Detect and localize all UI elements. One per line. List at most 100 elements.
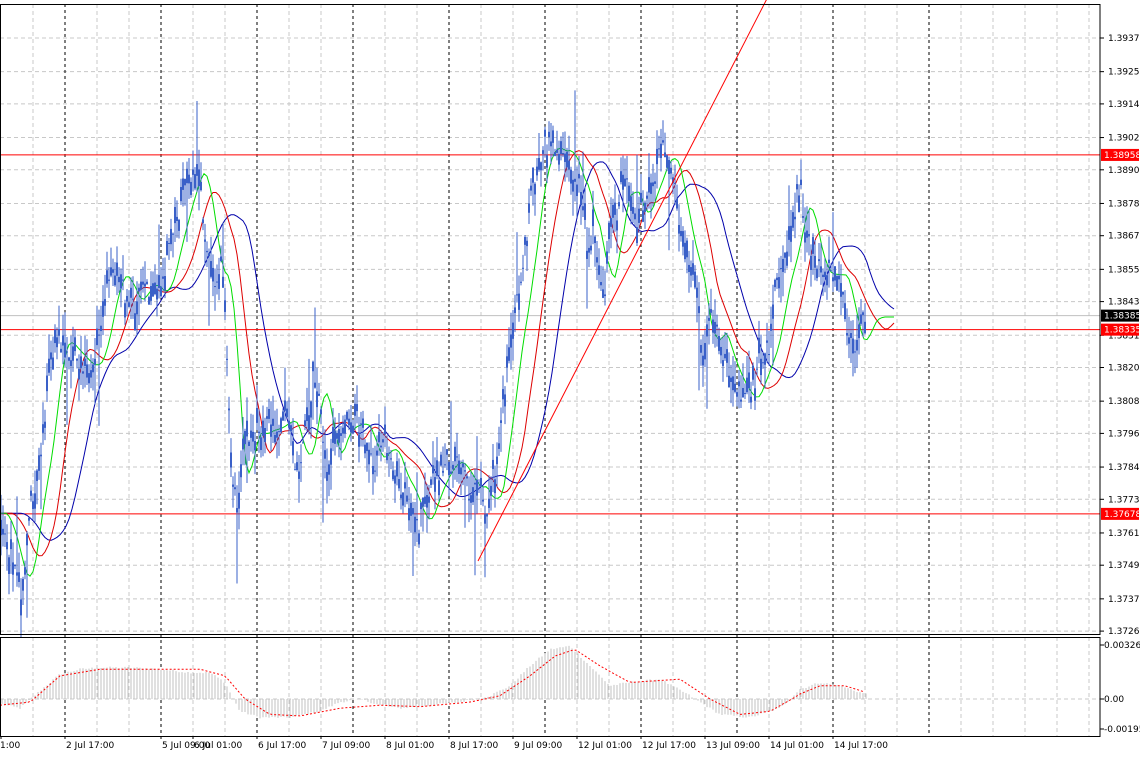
price-bar-body (506, 356, 508, 368)
price-bar-body (326, 471, 328, 481)
price-bar-body (156, 288, 158, 300)
price-bar-body (782, 258, 784, 272)
price-bar-body (852, 338, 854, 354)
price-bar-body (684, 242, 686, 260)
price-bar-body (826, 275, 828, 286)
trading-chart[interactable]: 1.39375 1.39255 1.39140 1.39020 1.38905 1.387… (0, 0, 1140, 758)
price-bar-body (80, 356, 82, 369)
price-bar-body (376, 450, 378, 456)
price-bar-body (610, 218, 612, 227)
price-bar-body (100, 325, 102, 332)
price-bar-body (438, 480, 440, 496)
price-bar-body (328, 464, 330, 475)
price-bar-body (766, 340, 768, 343)
price-bar-body (88, 373, 90, 384)
price-bar-body (38, 455, 40, 471)
price-bar-body (84, 358, 86, 366)
price-bar-body (472, 487, 474, 503)
price-bar-body (190, 181, 192, 195)
price-bar-body (592, 209, 594, 227)
price-bar-body (390, 458, 392, 460)
price-bar-body (56, 337, 58, 348)
price-bar-body (616, 220, 618, 231)
price-bar-body (702, 355, 704, 366)
price-bar-body (216, 281, 218, 283)
price-bar-body (22, 578, 24, 591)
price-bar-body (250, 430, 252, 438)
price-bar-body (456, 456, 458, 458)
price-bar-body (192, 169, 194, 175)
price-bar-body (168, 242, 170, 244)
price-bar-body (564, 153, 566, 162)
price-bar-body (348, 418, 350, 426)
price-bar-body (794, 216, 796, 220)
price-bar-body (816, 268, 818, 279)
price-bar-body (822, 274, 824, 278)
price-bar-body (796, 184, 798, 190)
price-bar-body (454, 446, 456, 462)
price-bar-body (42, 424, 44, 433)
price-bar-body (160, 286, 162, 297)
price-bar-body (850, 333, 852, 338)
price-bar-body (148, 297, 150, 305)
price-bar-body (64, 342, 66, 358)
price-bar-body (124, 303, 126, 318)
price-bar-body (238, 492, 240, 509)
price-bar-body (504, 394, 506, 407)
price-bar-body (620, 171, 622, 183)
price-bar-body (154, 282, 156, 295)
y-tick-label: 1.39020 (1108, 134, 1140, 144)
price-bar-body (608, 222, 610, 240)
price-bar-body (268, 409, 270, 419)
price-bar-body (502, 389, 504, 400)
price-bar-body (588, 247, 590, 253)
price-bar-body (824, 271, 826, 278)
price-bar-body (678, 225, 680, 234)
price-bar-body (426, 495, 428, 508)
price-bar-body (428, 496, 430, 503)
x-tick-label: 13 Jul 09:00 (706, 741, 760, 751)
price-bar-body (136, 301, 138, 315)
price-bar-body (94, 358, 96, 365)
x-tick-label: 8 Jul 17:00 (450, 741, 499, 751)
price-bar-body (810, 255, 812, 270)
price-bar-body (104, 299, 106, 306)
price-bar-body (368, 449, 370, 465)
price-bar-body (618, 202, 620, 207)
price-bar-body (54, 329, 56, 344)
price-bar-body (634, 213, 636, 220)
price-bar-body (466, 476, 468, 479)
x-tick-label: 6 Jul 17:00 (258, 741, 307, 751)
price-bar-body (760, 358, 762, 376)
price-bar-body (442, 470, 444, 473)
x-tick-label: 14 Jul 17:00 (834, 741, 888, 751)
price-bar-body (24, 567, 26, 575)
price-bar-body (820, 266, 822, 273)
price-bar-body (294, 469, 296, 471)
price-bar-body (730, 377, 732, 382)
price-bar-body (292, 441, 294, 456)
price-bar-body (308, 415, 310, 431)
price-bar-body (800, 179, 802, 186)
price-bar-body (764, 353, 766, 365)
price-bar-body (780, 268, 782, 270)
price-bar-body (722, 360, 724, 366)
price-bar-body (338, 428, 340, 443)
price-bar-body (276, 431, 278, 438)
price-bar-body (180, 187, 182, 202)
price-bar-body (654, 181, 656, 184)
price-bar-body (318, 393, 320, 396)
price-bar-body (312, 361, 314, 372)
price-bar-body (786, 251, 788, 266)
price-bar-body (752, 365, 754, 380)
price-bar-body (306, 407, 308, 422)
price-bar-body (126, 296, 128, 302)
price-bar-body (546, 155, 548, 168)
price-bar-body (540, 162, 542, 171)
price-bar-body (832, 277, 834, 282)
price-bar-body (32, 501, 34, 510)
price-bar-body (60, 348, 62, 353)
price-bar-body (374, 470, 376, 472)
price-bar-body (202, 219, 204, 224)
price-bar-body (274, 434, 276, 443)
